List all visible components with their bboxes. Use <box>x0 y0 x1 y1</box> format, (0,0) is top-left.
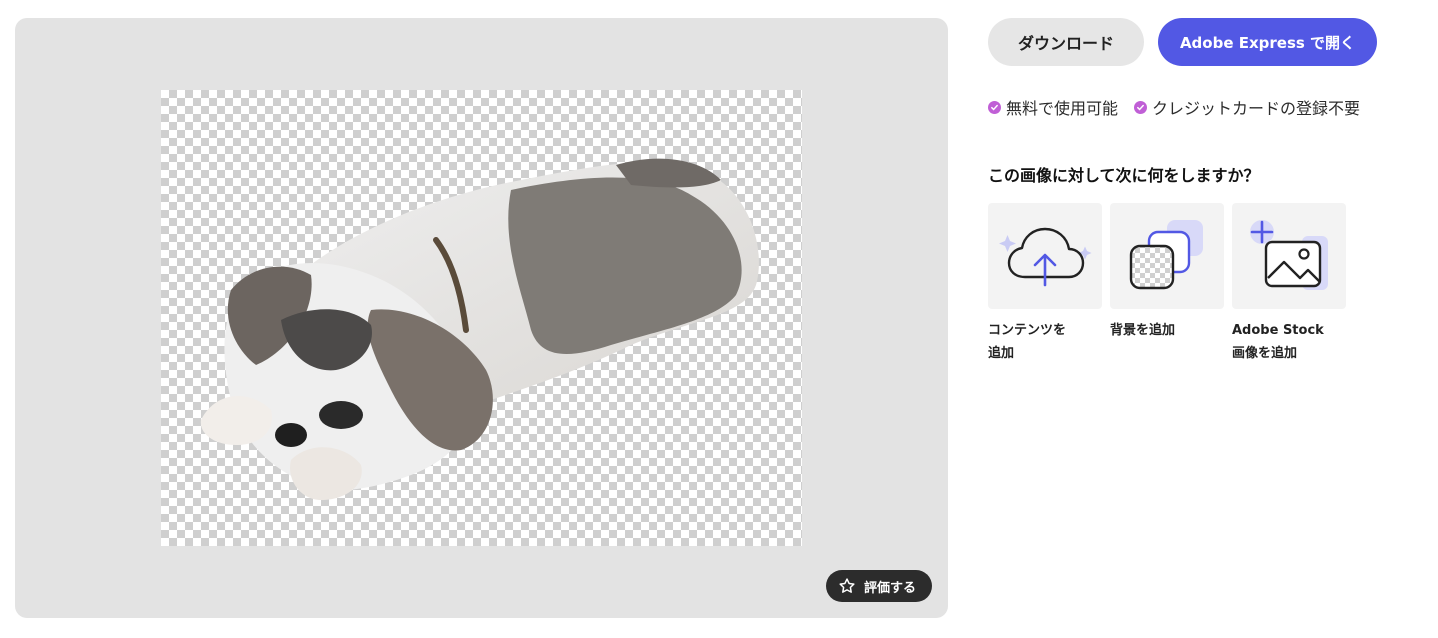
feature-item: クレジットカードの登録不要 <box>1134 95 1360 119</box>
rate-button[interactable]: 評価する <box>825 570 932 602</box>
open-in-adobe-express-button[interactable]: Adobe Express で開く <box>1158 18 1377 66</box>
card-tile[interactable] <box>988 203 1102 309</box>
feature-label: 無料で使用可能 <box>1006 99 1119 118</box>
action-buttons: ダウンロード Adobe Express で開く <box>988 18 1377 66</box>
add-background-card[interactable]: 背景を追加 <box>1110 203 1224 365</box>
star-icon <box>839 578 855 593</box>
download-button[interactable]: ダウンロード <box>988 18 1144 66</box>
next-step-cards: コンテンツを 追加 背景を追加 Adobe Stock 画像を追加 <box>988 203 1346 365</box>
cutout-dog-image <box>200 158 759 500</box>
card-label: Adobe Stock 画像を追加 <box>1232 323 1324 361</box>
add-image-icon <box>1250 220 1328 290</box>
background-layers-icon <box>1129 220 1203 290</box>
check-icon <box>988 100 1001 114</box>
image-preview-panel: 評価する <box>15 18 948 618</box>
rate-label: 評価する <box>863 580 916 596</box>
feature-item: 無料で使用可能 <box>988 95 1118 119</box>
next-steps-question: この画像に対して次に何をしますか？ <box>988 166 1260 185</box>
check-icon <box>1134 100 1148 114</box>
feature-label: クレジットカードの登録不要 <box>1152 99 1361 118</box>
card-label: 背景を追加 <box>1110 323 1176 338</box>
add-content-card[interactable]: コンテンツを 追加 <box>988 203 1102 365</box>
card-label: コンテンツを 追加 <box>988 323 1067 361</box>
transparent-canvas <box>161 90 802 546</box>
cloud-upload-icon <box>999 227 1092 287</box>
card-tile[interactable] <box>1232 203 1346 309</box>
add-stock-image-card[interactable]: Adobe Stock 画像を追加 <box>1232 203 1346 365</box>
card-tile[interactable] <box>1110 203 1224 309</box>
feature-list: 無料で使用可能 クレジットカードの登録不要 <box>988 95 1360 119</box>
